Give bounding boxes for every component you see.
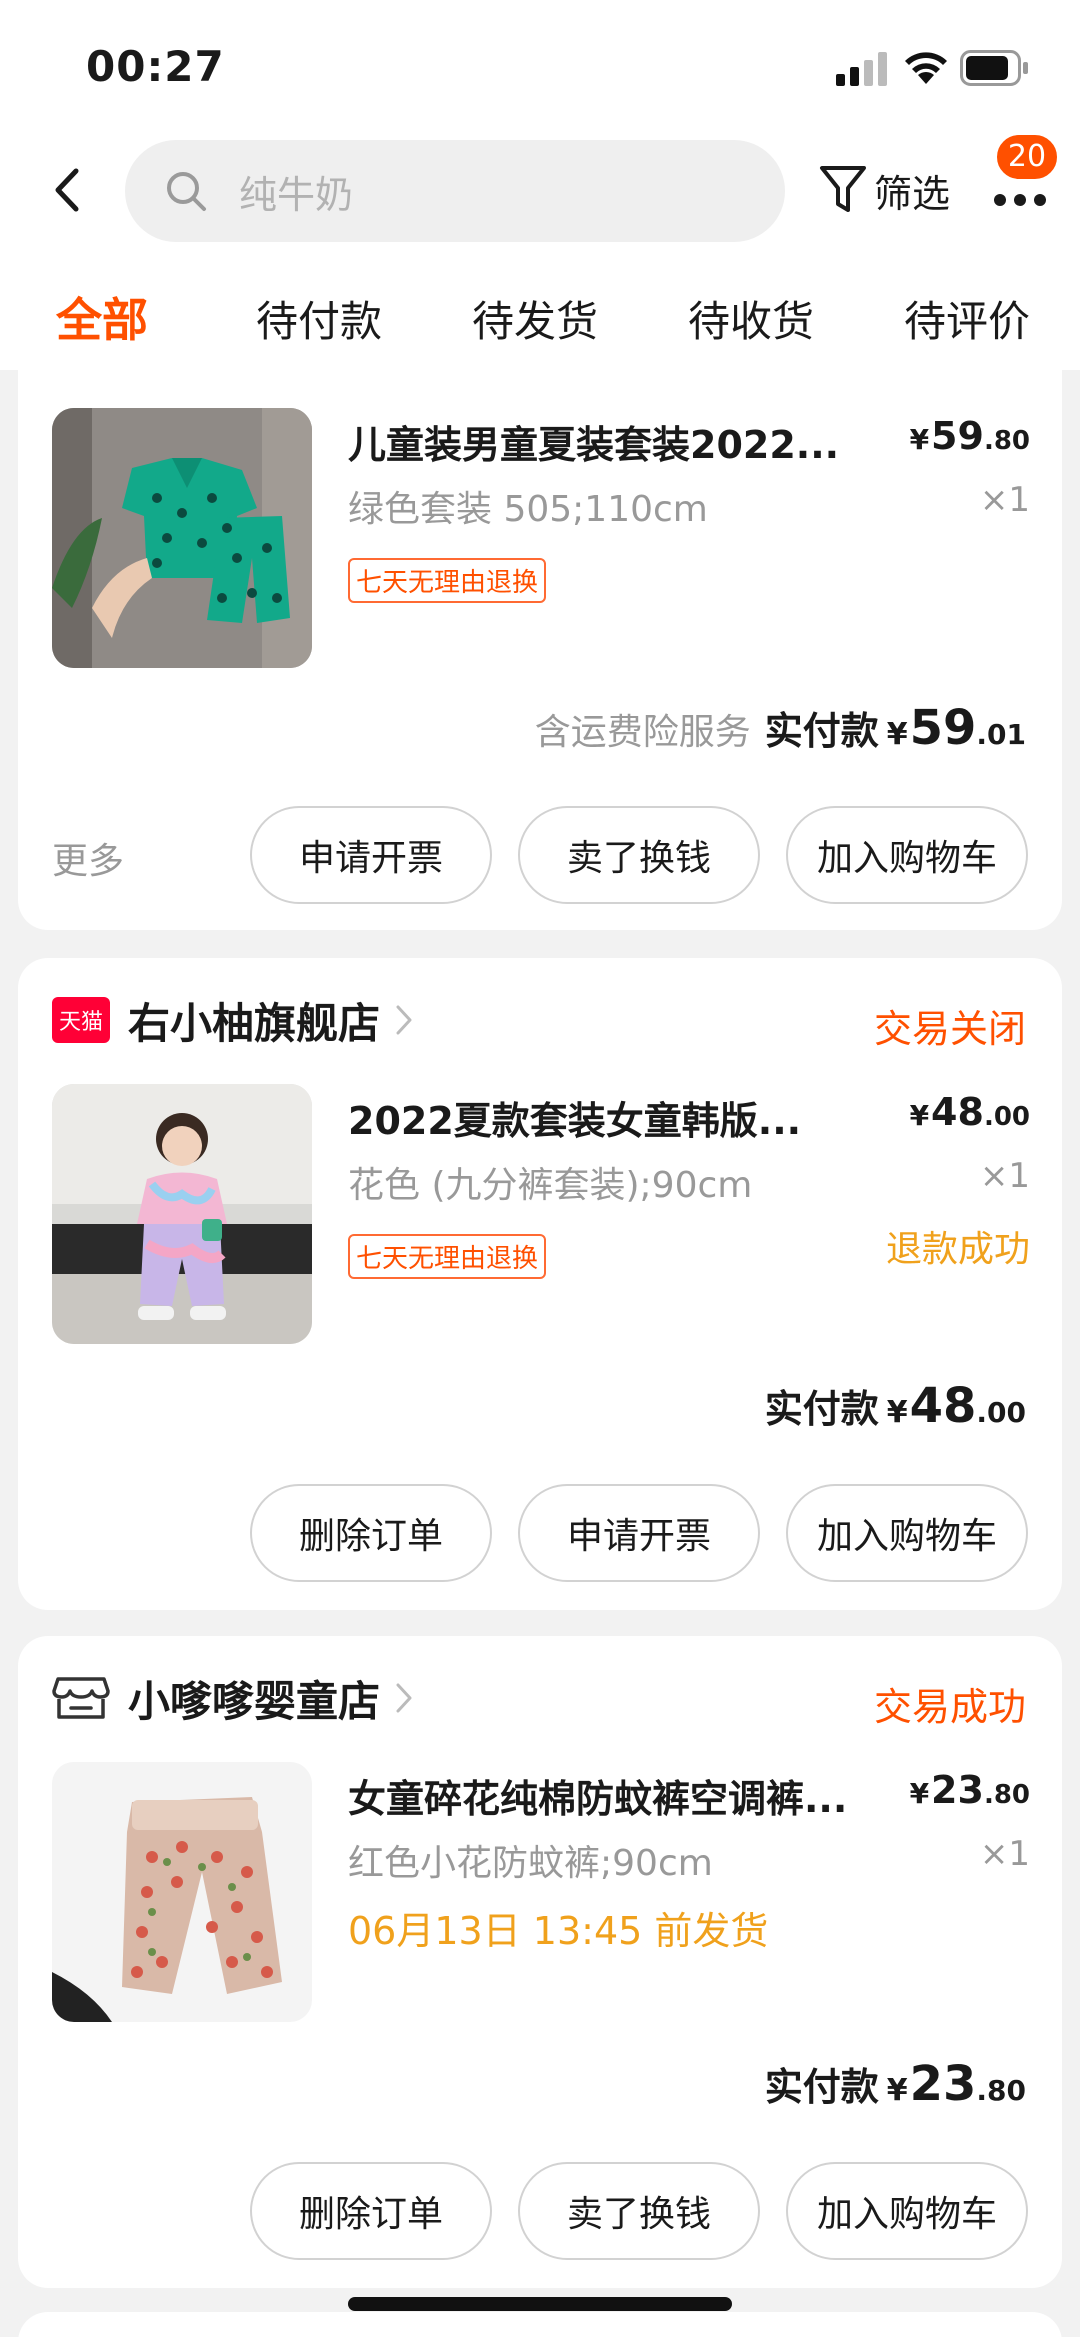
product-quantity: ×1 <box>979 1834 1030 1874</box>
total-label: 实付款 <box>764 1387 879 1431</box>
product-price: ¥59.80 <box>909 414 1030 458</box>
shop-header[interactable]: 天猫 右小柚旗舰店 <box>52 990 414 1050</box>
request-invoice-button[interactable]: 申请开票 <box>250 806 492 904</box>
delete-order-button[interactable]: 删除订单 <box>250 1484 492 1582</box>
product-title: 2022夏款套装女童韩版... <box>348 1099 802 1143</box>
svg-text:天猫: 天猫 <box>59 1010 103 1035</box>
search-icon <box>167 172 206 211</box>
battery-icon <box>960 50 1028 86</box>
total-label: 实付款 <box>764 2065 879 2109</box>
order-actions: 删除订单 卖了换钱 加入购物车 <box>18 2162 1062 2262</box>
product-sku: 绿色套装 505;110cm <box>348 489 708 530</box>
funnel-icon <box>820 166 866 212</box>
search-placeholder: 纯牛奶 <box>239 173 354 217</box>
product-sku: 花色 (九分裤套装);90cm <box>348 1165 753 1206</box>
tab-pending-payment[interactable]: 待付款 <box>256 288 382 349</box>
shop-name: 小嗲嗲婴童店 <box>128 1676 381 1726</box>
product-price: ¥23.80 <box>909 1768 1030 1812</box>
product-sku: 红色小花防蚊裤;90cm <box>348 1843 713 1884</box>
order-total: 含运费险服务 实付款 ¥59.01 <box>535 700 1026 756</box>
filter-label: 筛选 <box>874 171 951 216</box>
return-policy-tag: 七天无理由退换 <box>348 558 547 603</box>
product-price: ¥48.00 <box>909 1090 1030 1134</box>
tab-pending-receipt[interactable]: 待收货 <box>688 288 814 349</box>
store-icon <box>52 1677 110 1719</box>
order-status: 交易关闭 <box>873 1007 1026 1051</box>
delete-order-button[interactable]: 删除订单 <box>250 2162 492 2260</box>
back-button[interactable] <box>40 155 94 225</box>
order-item[interactable]: 2022夏款套装女童韩版... ¥48.00 花色 (九分裤套装);90cm ×… <box>52 1084 1030 1344</box>
chevron-right-icon <box>396 1005 412 1035</box>
order-actions: 更多 申请开票 卖了换钱 加入购物车 <box>18 806 1062 906</box>
product-title: 儿童装男童夏装套装2022... <box>348 423 840 467</box>
shipping-deadline: 06月13日 13:45 前发货 <box>348 1909 769 1953</box>
product-title: 女童碎花纯棉防蚊裤空调裤... <box>348 1777 848 1821</box>
total-amount: ¥59.01 <box>886 700 1026 756</box>
product-image <box>52 1762 312 2022</box>
order-actions: 删除订单 申请开票 加入购物车 <box>18 1484 1062 1584</box>
more-link[interactable]: 更多 <box>52 832 124 884</box>
signal-icon <box>836 52 887 86</box>
refund-status: 退款成功 <box>885 1229 1030 1270</box>
message-badge: 20 <box>994 132 1060 182</box>
status-time: 00:27 <box>86 42 225 91</box>
total-label: 实付款 <box>764 709 879 753</box>
order-card-peek <box>18 2312 1062 2337</box>
order-card: 小嗲嗲婴童店 交易成功 女童碎花纯棉防蚊裤空调裤... ¥23.80 红色小花防… <box>18 1636 1062 2288</box>
add-to-cart-button[interactable]: 加入购物车 <box>786 806 1028 904</box>
return-policy-tag: 七天无理由退换 <box>348 1234 547 1279</box>
tmall-logo: 天猫 <box>52 997 110 1043</box>
search-header: 纯牛奶 筛选 20 <box>0 130 1080 250</box>
wifi-icon <box>905 52 947 84</box>
product-image <box>52 1084 312 1344</box>
filter-button[interactable]: 筛选 <box>818 160 950 220</box>
order-total: 实付款 ¥48.00 <box>765 1378 1026 1434</box>
tab-pending-review[interactable]: 待评价 <box>904 288 1030 349</box>
home-indicator[interactable] <box>348 2297 732 2311</box>
total-amount: ¥48.00 <box>886 1378 1026 1434</box>
resell-button[interactable]: 卖了换钱 <box>518 806 760 904</box>
add-to-cart-button[interactable]: 加入购物车 <box>786 2162 1028 2260</box>
add-to-cart-button[interactable]: 加入购物车 <box>786 1484 1028 1582</box>
shop-name: 右小柚旗舰店 <box>128 998 381 1048</box>
tab-all[interactable]: 全部 <box>56 284 148 350</box>
search-input[interactable]: 纯牛奶 <box>125 140 785 242</box>
product-quantity: ×1 <box>979 1156 1030 1196</box>
total-amount: ¥23.80 <box>886 2056 1026 2112</box>
order-card: 儿童装男童夏装套装2022... ¥59.80 绿色套装 505;110cm ×… <box>18 370 1062 930</box>
order-card: 天猫 右小柚旗舰店 交易关闭 2022夏款套装女童韩版... ¥48.00 花色… <box>18 958 1062 1610</box>
status-bar: 00:27 <box>0 0 1080 130</box>
shipping-insurance-note: 含运费险服务 <box>534 712 751 753</box>
order-item[interactable]: 女童碎花纯棉防蚊裤空调裤... ¥23.80 红色小花防蚊裤;90cm ×1 0… <box>52 1762 1030 2022</box>
order-total: 实付款 ¥23.80 <box>765 2056 1026 2112</box>
order-status: 交易成功 <box>873 1685 1026 1729</box>
chevron-left-icon <box>55 168 79 212</box>
shop-header[interactable]: 小嗲嗲婴童店 <box>52 1668 414 1728</box>
order-item[interactable]: 儿童装男童夏装套装2022... ¥59.80 绿色套装 505;110cm ×… <box>52 408 1030 668</box>
request-invoice-button[interactable]: 申请开票 <box>518 1484 760 1582</box>
product-image <box>52 408 312 668</box>
resell-button[interactable]: 卖了换钱 <box>518 2162 760 2260</box>
order-tabs: 全部 待付款 待发货 待收货 待评价 <box>0 250 1080 370</box>
tab-pending-shipment[interactable]: 待发货 <box>472 288 598 349</box>
chevron-right-icon <box>396 1683 412 1713</box>
product-quantity: ×1 <box>979 480 1030 520</box>
